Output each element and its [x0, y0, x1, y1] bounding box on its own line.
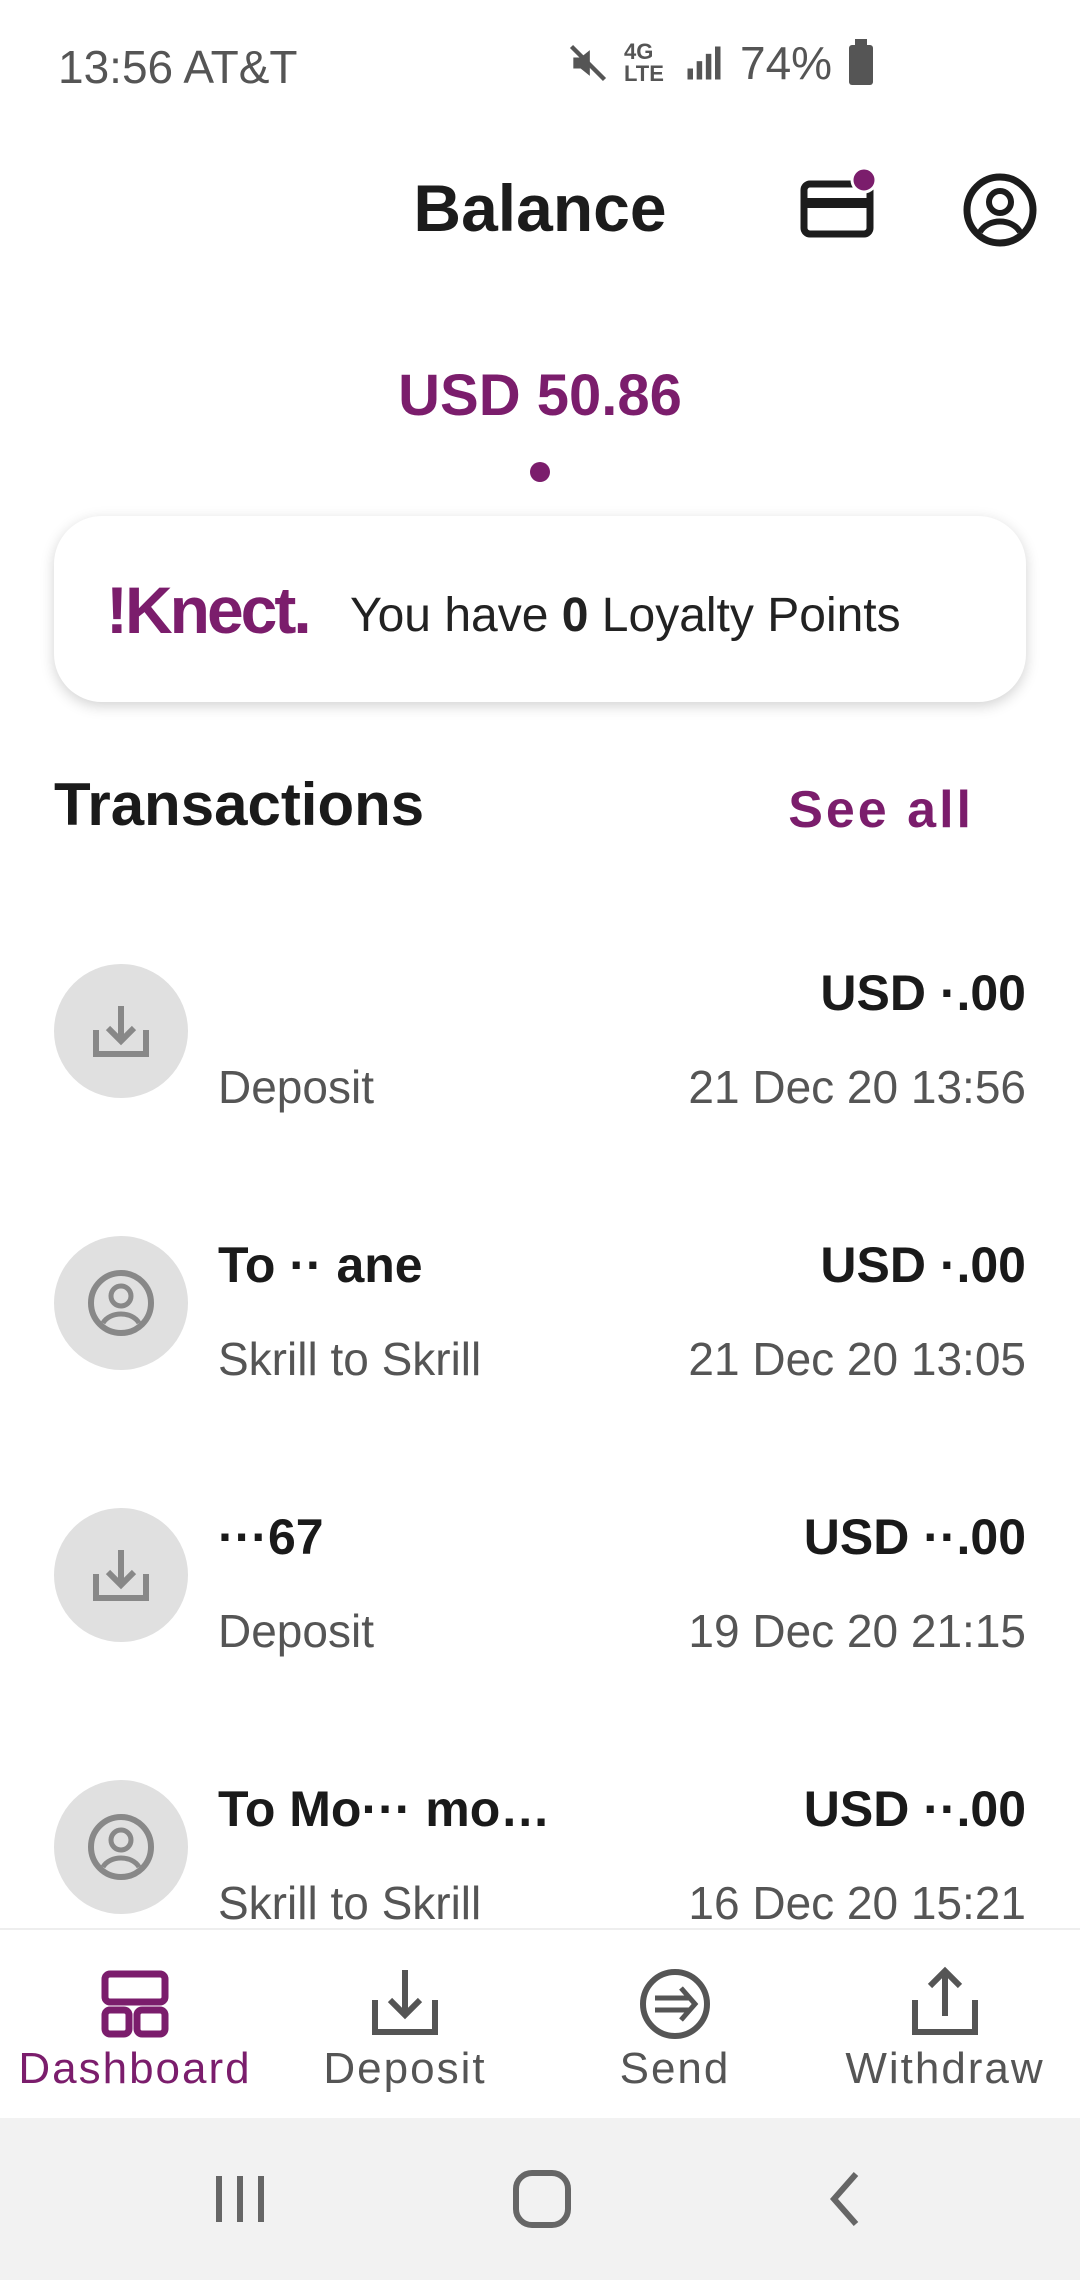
transaction-avatar	[54, 1508, 188, 1642]
network-icon: 4G LTE	[624, 39, 664, 86]
nav-withdraw[interactable]: Withdraw	[810, 1930, 1080, 2120]
recent-apps-icon[interactable]	[200, 2164, 280, 2234]
loyalty-card[interactable]: !Knect. You have 0 Loyalty Points	[54, 516, 1026, 702]
transaction-amount: USD ··.00	[803, 1509, 1026, 1565]
nav-withdraw-label: Withdraw	[845, 2044, 1045, 2093]
battery-icon	[849, 39, 874, 85]
withdraw-icon	[912, 1966, 978, 2035]
profile-icon	[963, 173, 1037, 247]
loyalty-text: You have 0 Loyalty Points	[350, 588, 901, 643]
cards-button[interactable]	[798, 162, 888, 252]
status-icons: 4G LTE 74%	[566, 36, 876, 90]
transaction-row[interactable]: ···67 USD ··.00 Deposit 19 Dec 20 21:15	[0, 1464, 1080, 1664]
balance-amount: USD 50.86	[398, 363, 682, 428]
dashboard-icon	[101, 1970, 169, 2038]
status-time-carrier: 13:56 AT&T	[58, 41, 298, 93]
page-title: Balance	[413, 171, 667, 245]
credit-card-icon	[800, 166, 878, 238]
transaction-row[interactable]: To Mo··· mo… USD ··.00 Skrill to Skrill …	[0, 1736, 1080, 1928]
nav-deposit[interactable]: Deposit	[270, 1930, 540, 2120]
back-icon[interactable]	[806, 2164, 886, 2234]
notification-dot	[850, 166, 878, 194]
profile-button[interactable]	[960, 170, 1040, 250]
transaction-type: Skrill to Skrill	[218, 1333, 482, 1385]
transaction-date: 21 Dec 20 13:56	[688, 1061, 1026, 1113]
transaction-name: To Mo··· mo…	[218, 1781, 551, 1837]
battery-percent: 74%	[740, 37, 833, 89]
home-icon[interactable]	[502, 2164, 582, 2234]
send-icon	[640, 1969, 710, 2039]
nav-send[interactable]: Send	[540, 1930, 810, 2120]
transaction-date: 21 Dec 20 13:05	[688, 1333, 1026, 1385]
transaction-avatar	[54, 964, 188, 1098]
deposit-icon	[93, 1550, 149, 1601]
transaction-amount: USD ·.00	[820, 1237, 1026, 1293]
system-nav-bar	[0, 2118, 1080, 2280]
loyalty-points: 0	[561, 589, 589, 642]
knect-logo: !Knect.	[106, 573, 312, 647]
status-bar: 13:56 AT&T 4G LTE 74%	[0, 0, 1080, 130]
person-icon	[88, 1814, 154, 1880]
transaction-date: 16 Dec 20 15:21	[688, 1877, 1026, 1928]
transaction-name: To ·· ane	[218, 1237, 423, 1293]
mute-icon	[569, 44, 607, 82]
transaction-type: Deposit	[218, 1605, 374, 1657]
nav-deposit-label: Deposit	[323, 2044, 487, 2093]
signal-icon	[687, 46, 721, 80]
person-icon	[88, 1270, 154, 1336]
transaction-amount: USD ·.00	[820, 965, 1026, 1021]
transactions-heading: Transactions	[54, 771, 425, 838]
page-indicator-dot	[530, 462, 550, 482]
bottom-nav: Dashboard Deposit Send Withdraw	[0, 1928, 1080, 2120]
nav-dashboard-label: Dashboard	[18, 2044, 252, 2093]
see-all-link[interactable]: See all	[788, 780, 974, 840]
transaction-row[interactable]: To ·· ane USD ·.00 Skrill to Skrill 21 D…	[0, 1192, 1080, 1392]
deposit-icon	[93, 1006, 149, 1057]
transaction-type: Deposit	[218, 1061, 374, 1113]
transaction-date: 19 Dec 20 21:15	[688, 1605, 1026, 1657]
transaction-avatar	[54, 1780, 188, 1914]
loyalty-suffix: Loyalty Points	[588, 589, 901, 642]
deposit-icon	[372, 1970, 438, 2035]
transaction-avatar	[54, 1236, 188, 1370]
loyalty-prefix: You have	[350, 589, 562, 642]
nav-send-label: Send	[619, 2044, 731, 2093]
transaction-amount: USD ··.00	[803, 1781, 1026, 1837]
transaction-row[interactable]: USD ·.00 Deposit 21 Dec 20 13:56	[0, 920, 1080, 1120]
nav-dashboard[interactable]: Dashboard	[0, 1930, 270, 2120]
transactions-header: Transactions See all	[54, 770, 1026, 850]
app-header: Balance	[0, 150, 1080, 270]
transaction-type: Skrill to Skrill	[218, 1877, 482, 1928]
transaction-name: ···67	[218, 1509, 324, 1565]
transactions-list[interactable]: USD ·.00 Deposit 21 Dec 20 13:56 To ·· a…	[0, 920, 1080, 1928]
